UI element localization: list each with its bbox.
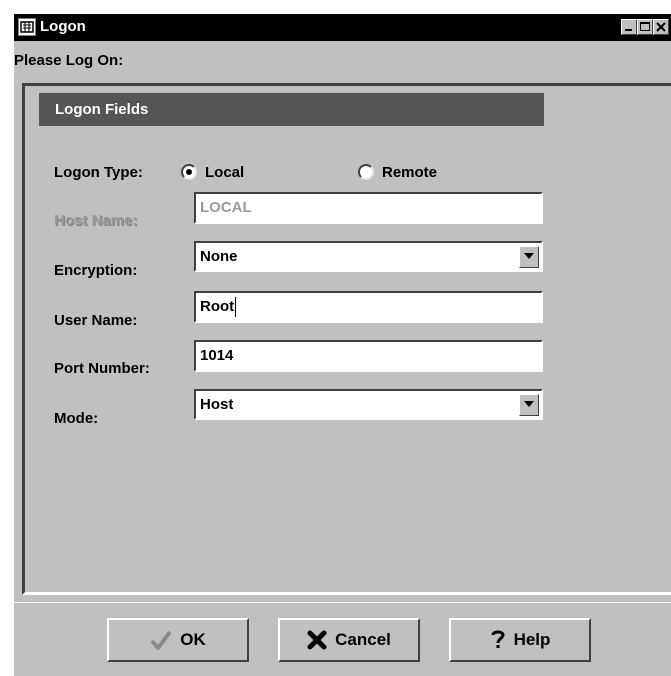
x-icon: [307, 630, 327, 650]
maximize-icon[interactable]: [637, 19, 653, 35]
radio-remote[interactable]: Remote: [358, 162, 437, 182]
encryption-label: Encryption:: [54, 262, 138, 279]
ok-button-label: OK: [180, 630, 206, 649]
mode-select[interactable]: Host: [194, 389, 543, 420]
window-title: Logon: [40, 18, 86, 35]
chevron-down-icon[interactable]: [519, 246, 539, 268]
help-button[interactable]: Help: [449, 618, 591, 662]
logon-window: Logon Please Log On: Logon Fields Logon …: [14, 14, 671, 676]
help-button-label: Help: [513, 630, 551, 649]
checkmark-icon: [150, 630, 172, 650]
minimize-icon[interactable]: [621, 19, 637, 35]
host-name-field: LOCAL: [194, 192, 543, 224]
question-icon: [490, 629, 506, 651]
footer-divider: [14, 602, 671, 603]
radio-remote-circle[interactable]: [358, 164, 374, 180]
app-icon[interactable]: [18, 18, 36, 36]
text-cursor: [235, 297, 237, 318]
user-name-label: User Name:: [54, 312, 138, 329]
cancel-button[interactable]: Cancel: [278, 618, 420, 662]
logon-prompt: Please Log On:: [14, 52, 124, 69]
user-name-value: Root: [200, 298, 235, 315]
ok-button[interactable]: OK: [107, 618, 249, 662]
radio-remote-label: Remote: [382, 163, 438, 181]
title-bar[interactable]: Logon: [14, 14, 671, 41]
mode-label: Mode:: [54, 410, 99, 427]
user-name-input[interactable]: Root: [194, 291, 543, 323]
encryption-value: None: [200, 248, 238, 265]
port-number-label: Port Number:: [54, 360, 150, 377]
logon-fields-panel: [22, 83, 671, 595]
mode-value: Host: [200, 396, 234, 413]
host-name-label: Host Name:: [54, 212, 138, 229]
close-icon[interactable]: [653, 19, 669, 35]
radio-local-circle[interactable]: [181, 164, 197, 180]
encryption-select[interactable]: None: [194, 241, 543, 272]
chevron-down-icon[interactable]: [519, 394, 539, 416]
radio-local[interactable]: Local: [181, 162, 244, 182]
cancel-button-label: Cancel: [335, 630, 391, 649]
radio-selected-dot: [186, 169, 192, 175]
radio-local-label: Local: [205, 163, 245, 181]
logon-type-label: Logon Type:: [54, 164, 143, 181]
port-number-input[interactable]: 1014: [194, 340, 543, 372]
section-header: Logon Fields: [39, 93, 544, 126]
